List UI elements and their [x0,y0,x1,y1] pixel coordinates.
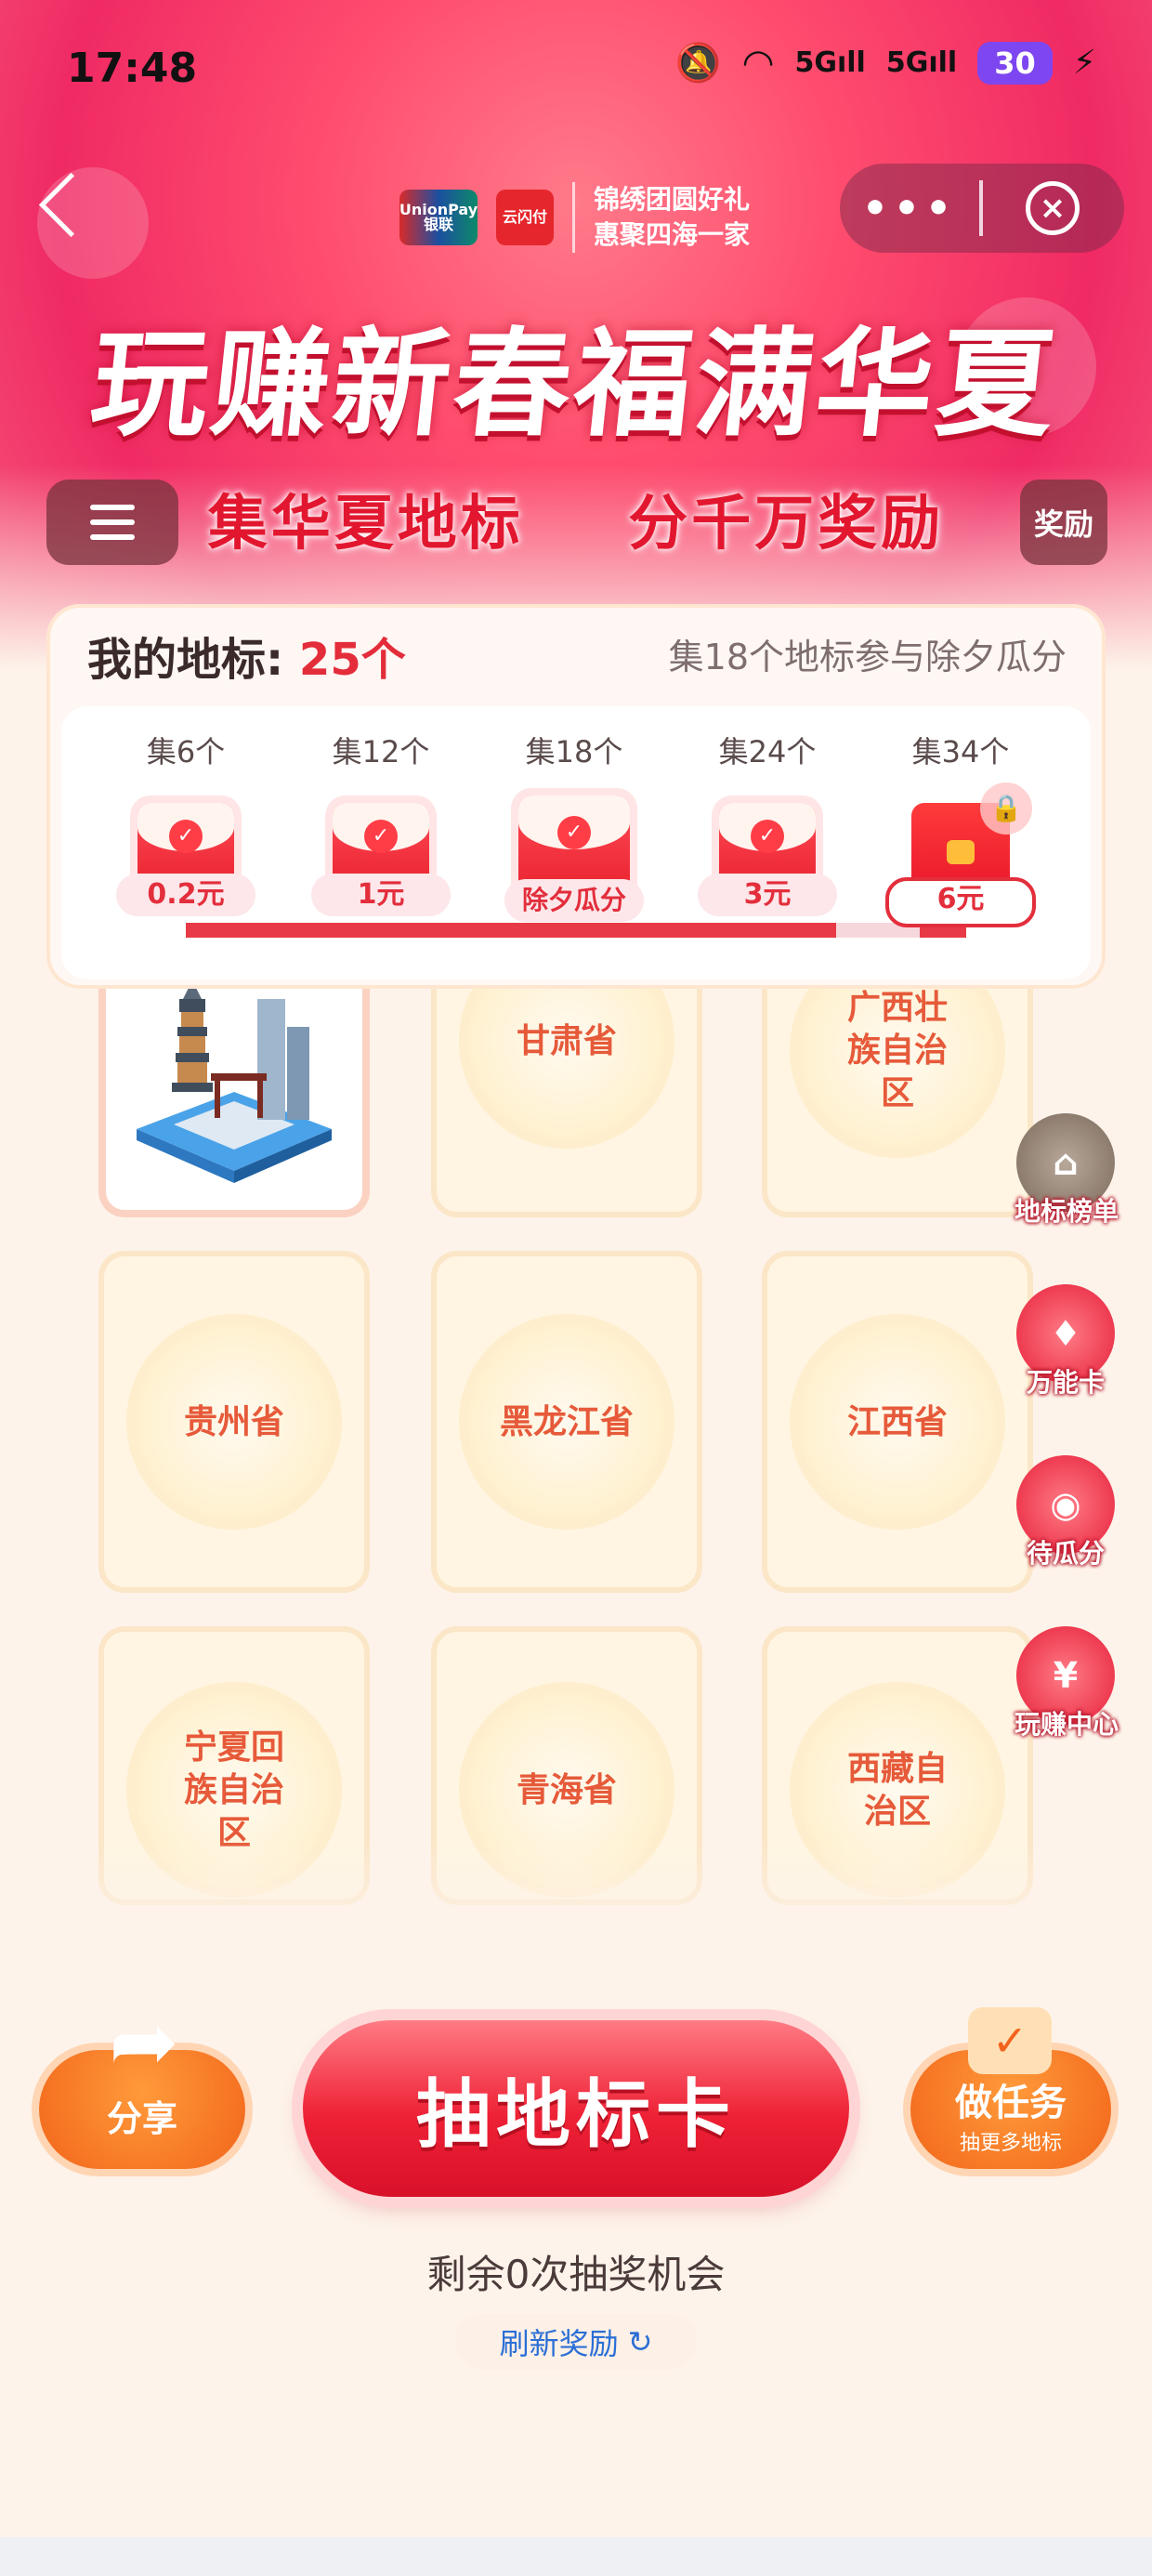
task-label: 做任务 [955,2082,1067,2124]
milestone-label: 集24个 [718,734,817,769]
brand-slogan: 锦绣团圆好礼 惠聚四海一家 [572,182,750,253]
unionpay-logo: UnionPay 银联 [399,190,478,245]
menu-icon-bar [90,519,135,525]
landmark-tile[interactable]: 黑龙江省 [431,1251,702,1593]
side-item-ranking[interactable]: ⌂ 地标榜单 [1015,1113,1119,1229]
landmark-name: 贵州省 [136,1323,333,1520]
mute-icon: 🔕 [674,42,722,85]
side-item-center[interactable]: ¥ 玩赚中心 [1015,1626,1119,1741]
task-sublabel: 抽更多地标 [959,2132,1062,2155]
menu-button[interactable] [46,480,178,565]
checkbox-icon: ✓ [968,2007,1052,2074]
status-time: 17:48 [67,45,198,92]
signal-5g-icon: 5Gıll [794,46,866,79]
signal-5g-icon-2: 5Gıll [885,46,958,79]
milestone-label: 集6个 [146,734,226,769]
side-item-wildcard[interactable]: ♦ 万能卡 [1015,1284,1117,1400]
close-button[interactable]: × [983,164,1122,253]
side-item-label: 玩赚中心 [1015,1709,1119,1740]
milestone-label: 集12个 [332,734,430,769]
side-item-pending[interactable]: ◉ 待瓜分 [1015,1455,1117,1571]
my-landmarks-count: 25个 [298,634,406,686]
refresh-icon: ↻ [627,2324,653,2359]
refresh-label: 刷新奖励 [499,2326,619,2361]
progress-hint: 集18个地标参与除夕瓜分 [668,637,1067,677]
my-landmarks: 我的地标: 25个 [87,623,406,688]
milestone[interactable]: 集24个 ✓ 3元 [674,729,860,916]
cloudpay-logo: 云闪付 [496,190,554,245]
milestone[interactable]: 集6个 ✓ 0.2元 [93,729,279,916]
remaining-chances: 剩余0次抽奖机会 [426,2252,726,2297]
milestone-reward: 6元 [885,877,1036,927]
milestone-reward: 0.2元 [116,874,255,916]
refresh-reward-button[interactable]: 刷新奖励 ↻ [455,2314,697,2370]
milestone[interactable]: 集34个 🔒 6元 [868,729,1054,927]
side-item-label: 万能卡 [1026,1367,1105,1398]
side-item-label: 待瓜分 [1026,1538,1105,1569]
miniapp-capsule: ••• × [840,164,1124,253]
share-label: 分享 [106,2098,177,2139]
milestone-reward: 除夕瓜分 [504,879,644,922]
more-button[interactable]: ••• [840,164,979,253]
menu-icon-bar [90,534,135,540]
check-icon: ✓ [557,816,591,849]
my-landmarks-label: 我的地标: [87,634,284,686]
close-icon: × [1026,181,1080,235]
subtitle-left: 集华夏地标 [207,489,524,559]
check-icon: ✓ [751,820,784,853]
lantern-decoration [37,167,149,279]
milestone-label: 集18个 [525,734,623,769]
brand-line-2: 惠聚四海一家 [594,219,751,250]
landmark-image [137,980,332,1183]
check-icon: ✓ [364,820,398,853]
bottom-bar [0,2537,1152,2576]
menu-icon [90,505,135,510]
charging-icon: ⚡ [1072,44,1096,82]
check-icon: ✓ [169,820,203,853]
milestone-label: 集34个 [911,734,1010,769]
brand-header: UnionPay 银联 云闪付 锦绣团圆好礼 惠聚四海一家 [399,182,750,253]
wifi-icon: ◠ [741,41,775,85]
landmark-tile[interactable]: 江西省 [762,1251,1033,1593]
milestone[interactable]: 集12个 ✓ 1元 [288,729,474,916]
grid-fade [0,1840,1152,1952]
landmark-tile[interactable]: 贵州省 [98,1251,370,1593]
milestone-reward: 1元 [311,874,451,916]
landmark-name: 江西省 [799,1323,996,1520]
status-icons: 🔕 ◠ 5Gıll 5Gıll 30 ⚡ [675,41,1096,85]
reward-button[interactable]: 奖励 [1020,480,1107,565]
subtitle-right: 分千万奖励 [628,489,945,559]
milestone-reward: 3元 [698,874,837,916]
milestone[interactable]: 集18个 ✓ 除夕瓜分 [481,729,667,922]
share-arrow-icon: ➦ [109,1993,179,2091]
landmark-name: 黑龙江省 [468,1323,665,1520]
side-item-label: 地标榜单 [1015,1196,1119,1227]
battery-icon: 30 [977,41,1053,85]
page-title: 玩赚新春福满华夏 [85,315,1066,453]
status-bar: 17:48 🔕 ◠ 5Gıll 5Gıll 30 ⚡ [0,0,1152,130]
lock-icon: 🔒 [980,782,1032,835]
brand-line-1: 锦绣团圆好礼 [594,184,751,215]
draw-card-button[interactable]: 抽地标卡 [303,2020,849,2197]
